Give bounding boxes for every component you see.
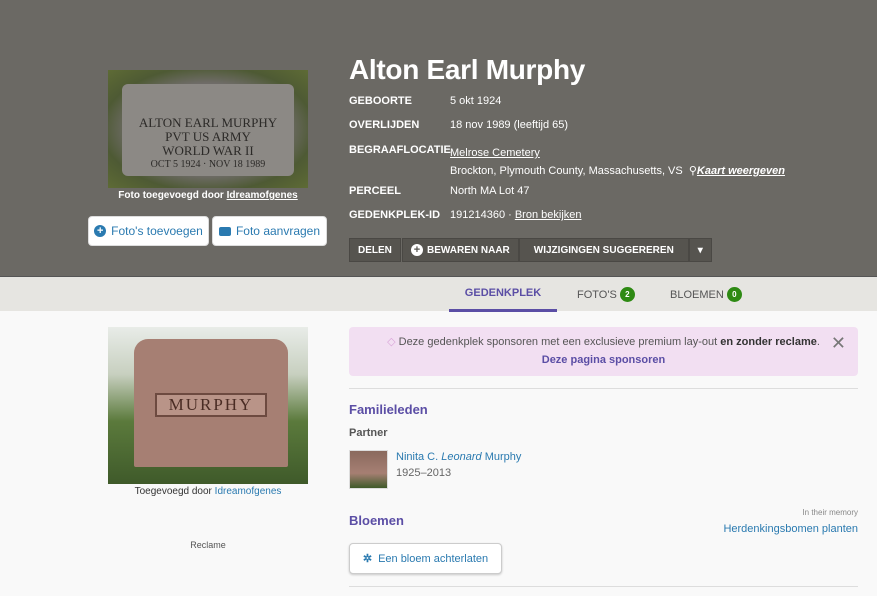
tab-bar: GEDENKPLEK FOTO'S 2 BLOEMEN 0 [0,276,877,312]
photo-contributor-link[interactable]: Idreamofgenes [227,190,298,201]
flower-icon: ✲ [362,553,373,565]
ad-label: Reclame [190,540,226,550]
memorial-name: Alton Earl Murphy [349,54,586,85]
divider [349,586,858,587]
sponsor-text: Deze gedenkplek sponsoren met een exclus… [398,336,718,348]
burial-label: BEGRAAFLOCATIE [349,144,451,156]
photo-caption: Toegevoegd door Idreamofgenes [108,486,308,497]
add-photos-button[interactable]: + Foto's toevoegen [88,216,209,246]
leave-flower-button[interactable]: ✲ Een bloem achterlaten [349,543,502,574]
memory-label: In their memory [802,508,858,517]
save-to-button[interactable]: + BEWAREN NAAR [402,238,519,262]
burial-location: Brockton, Plymouth County, Massachusetts… [450,165,683,177]
photos-count-badge: 2 [619,287,635,302]
divider [349,388,858,389]
request-photo-button[interactable]: Foto aanvragen [212,216,327,246]
memorial-id-value: 191214360 · [450,209,512,221]
show-map-link[interactable]: Kaart weergeven [697,165,785,177]
stone-line: PVT US ARMY [165,129,251,144]
family-member-link[interactable]: Ninita C. Leonard Murphy [396,451,521,463]
view-source-link[interactable]: Bron bekijken [515,209,582,221]
plot-row: PERCEEL North MA Lot 47 [349,185,530,197]
cemetery-link[interactable]: Melrose Cemetery [450,147,540,159]
plot-label: PERCEEL [349,185,401,197]
more-dropdown-button[interactable]: ▾ [688,238,712,262]
stone-line: OCT 5 1924 · NOV 18 1989 [150,159,266,170]
stone-name: MURPHY [155,393,267,417]
share-label: DELEN [349,238,401,262]
photo-caption: Foto toegevoegd door Idreamofgenes [90,190,326,201]
leave-flower-label: Een bloem achterlaten [378,552,489,565]
memorial-id-row: GEDENKPLEK-ID 191214360 · Bron bekijken [349,209,582,221]
burial-row: BEGRAAFLOCATIE Melrose Cemetery Brockton, … [349,144,785,180]
save-label: BEWAREN NAAR [427,244,510,256]
diamond-icon: ◇ [387,336,396,348]
request-photo-label: Foto aanvragen [235,224,321,238]
sponsor-page-link[interactable]: Deze pagina sponsoren [349,354,858,366]
family-member-years: 1925–2013 [396,467,452,479]
family-member-thumbnail[interactable] [349,450,388,489]
headstone: ALTON EARL MURPHY PVT US ARMY WORLD WAR … [122,84,294,176]
plus-circle-icon: + [94,225,107,237]
grave-photo[interactable]: ALTON EARL MURPHY PVT US ARMY WORLD WAR … [108,70,308,188]
birth-value: 5 okt 1924 [450,95,502,107]
headstone-photo[interactable]: MURPHY [108,327,308,484]
add-photos-label: Foto's toevoegen [111,224,203,238]
first-name: Ninita C. [396,451,439,463]
death-label: OVERLIJDEN [349,119,420,131]
maiden-name: Leonard [441,451,482,463]
tab-flowers[interactable]: BLOEMEN 0 [670,277,742,312]
tab-photos[interactable]: FOTO'S 2 [577,277,635,312]
tab-label: FOTO'S [577,288,617,301]
caption-prefix: Foto toegevoegd door [118,190,224,201]
suggest-edits-button[interactable]: WIJZIGINGEN SUGGEREREN [518,238,689,262]
death-value: 18 nov 1989 (leeftijd 65) [450,119,569,131]
birth-row: GEBOORTE 5 okt 1924 [349,95,501,107]
caption-prefix: Toegevoegd door [134,486,212,497]
sponsor-banner: ◇ Deze gedenkplek sponsoren met een excl… [349,327,858,376]
stone-line: WORLD WAR II [162,143,254,158]
stone-line: ALTON EARL MURPHY [138,115,278,130]
plus-circle-icon: + [411,244,423,256]
share-button[interactable]: DELEN [349,238,401,262]
birth-label: GEBOORTE [349,95,412,107]
death-row: OVERLIJDEN 18 nov 1989 (leeftijd 65) [349,119,568,131]
headstone: MURPHY [134,339,288,467]
action-group: + BEWAREN NAAR WIJZIGINGEN SUGGEREREN ▾ [402,238,712,262]
tab-memorial[interactable]: GEDENKPLEK [449,277,557,312]
last-name: Murphy [484,451,522,463]
memorial-id-label: GEDENKPLEK-ID [349,209,441,221]
sponsor-bold: en zonder reclame [720,336,817,348]
tab-label: BLOEMEN [670,288,724,301]
map-pin-icon: ⚲ [688,165,697,177]
camera-icon [218,226,231,236]
photo-contributor-link[interactable]: Idreamofgenes [215,486,282,497]
flowers-count-badge: 0 [726,287,742,302]
suggest-label: WIJZIGINGEN SUGGEREREN [533,244,674,256]
plant-trees-link[interactable]: Herdenkingsbomen planten [723,523,858,535]
plot-value: North MA Lot 47 [450,185,530,197]
caret-down-icon: ▾ [697,244,703,256]
tab-label: GEDENKPLEK [464,287,542,299]
flowers-heading: Bloemen [349,513,404,528]
family-heading: Familieleden [349,402,428,417]
relation-label: Partner [349,427,388,439]
close-icon[interactable]: ✕ [831,333,846,354]
